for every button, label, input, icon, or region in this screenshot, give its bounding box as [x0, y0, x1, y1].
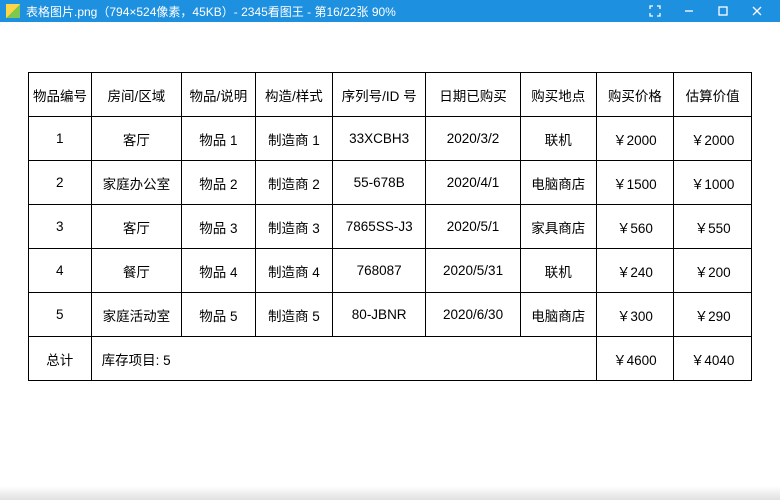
cell-value: ￥1000 [674, 161, 752, 205]
titlebar-text: 表格图片.png（794×524像素，45KB）- 2345看图王 - 第16/… [26, 3, 396, 20]
close-icon [751, 5, 763, 17]
summary-count: 库存项目: 5 [91, 337, 596, 381]
summary-value-total: ￥4040 [674, 337, 752, 381]
inventory-table: 物品编号 房间/区域 物品/说明 构造/样式 序列号/ID 号 日期已购买 购买… [28, 72, 752, 381]
cell-value: ￥2000 [674, 117, 752, 161]
cell-id: 3 [29, 205, 92, 249]
cell-loc: 家具商店 [521, 205, 597, 249]
cell-room: 餐厅 [91, 249, 182, 293]
table-header-row: 物品编号 房间/区域 物品/说明 构造/样式 序列号/ID 号 日期已购买 购买… [29, 73, 752, 117]
cell-price: ￥1500 [596, 161, 674, 205]
cell-loc: 联机 [521, 249, 597, 293]
table-row: 1客厅物品 1制造商 133XCBH32020/3/2联机￥2000￥2000 [29, 117, 752, 161]
cell-item: 物品 2 [182, 161, 255, 205]
window-controls [638, 0, 774, 22]
table-row: 4餐厅物品 4制造商 47680872020/5/31联机￥240￥200 [29, 249, 752, 293]
header-id: 物品编号 [29, 73, 92, 117]
header-item: 物品/说明 [182, 73, 255, 117]
cell-sn: 55-678B [333, 161, 426, 205]
table-row: 5家庭活动室物品 5制造商 580-JBNR2020/6/30电脑商店￥300￥… [29, 293, 752, 337]
header-loc: 购买地点 [521, 73, 597, 117]
cell-room: 家庭办公室 [91, 161, 182, 205]
cell-make: 制造商 5 [255, 293, 333, 337]
minimize-button[interactable] [672, 0, 706, 22]
cell-room: 家庭活动室 [91, 293, 182, 337]
cell-make: 制造商 4 [255, 249, 333, 293]
cell-id: 4 [29, 249, 92, 293]
table-row: 2家庭办公室物品 2制造商 255-678B2020/4/1电脑商店￥1500￥… [29, 161, 752, 205]
header-value: 估算价值 [674, 73, 752, 117]
header-make: 构造/样式 [255, 73, 333, 117]
cell-item: 物品 3 [182, 205, 255, 249]
cell-loc: 电脑商店 [521, 161, 597, 205]
cell-id: 2 [29, 161, 92, 205]
cell-value: ￥550 [674, 205, 752, 249]
titlebar: 表格图片.png（794×524像素，45KB）- 2345看图王 - 第16/… [0, 0, 780, 22]
cell-room: 客厅 [91, 205, 182, 249]
cell-item: 物品 4 [182, 249, 255, 293]
cell-make: 制造商 2 [255, 161, 333, 205]
cell-sn: 80-JBNR [333, 293, 426, 337]
viewer-window: 表格图片.png（794×524像素，45KB）- 2345看图王 - 第16/… [0, 0, 780, 500]
cell-loc: 电脑商店 [521, 293, 597, 337]
cell-value: ￥200 [674, 249, 752, 293]
cell-date: 2020/6/30 [426, 293, 521, 337]
cell-price: ￥2000 [596, 117, 674, 161]
cell-id: 5 [29, 293, 92, 337]
header-room: 房间/区域 [91, 73, 182, 117]
fullscreen-icon [649, 5, 661, 17]
cell-value: ￥290 [674, 293, 752, 337]
cell-loc: 联机 [521, 117, 597, 161]
cell-item: 物品 1 [182, 117, 255, 161]
header-date: 日期已购买 [426, 73, 521, 117]
cell-sn: 33XCBH3 [333, 117, 426, 161]
maximize-button[interactable] [706, 0, 740, 22]
cell-price: ￥300 [596, 293, 674, 337]
close-button[interactable] [740, 0, 774, 22]
minimize-icon [683, 5, 695, 17]
cell-price: ￥560 [596, 205, 674, 249]
cell-id: 1 [29, 117, 92, 161]
cell-price: ￥240 [596, 249, 674, 293]
header-price: 购买价格 [596, 73, 674, 117]
cell-make: 制造商 3 [255, 205, 333, 249]
fullscreen-button[interactable] [638, 0, 672, 22]
app-icon [6, 4, 20, 18]
summary-price-total: ￥4600 [596, 337, 674, 381]
cell-item: 物品 5 [182, 293, 255, 337]
cell-date: 2020/3/2 [426, 117, 521, 161]
maximize-icon [717, 5, 729, 17]
cell-date: 2020/5/1 [426, 205, 521, 249]
cell-sn: 7865SS-J3 [333, 205, 426, 249]
image-content: 物品编号 房间/区域 物品/说明 构造/样式 序列号/ID 号 日期已购买 购买… [0, 22, 780, 500]
cell-make: 制造商 1 [255, 117, 333, 161]
table-row: 3客厅物品 3制造商 37865SS-J32020/5/1家具商店￥560￥55… [29, 205, 752, 249]
table-summary-row: 总计 库存项目: 5 ￥4600 ￥4040 [29, 337, 752, 381]
cell-room: 客厅 [91, 117, 182, 161]
cell-sn: 768087 [333, 249, 426, 293]
header-sn: 序列号/ID 号 [333, 73, 426, 117]
titlebar-left: 表格图片.png（794×524像素，45KB）- 2345看图王 - 第16/… [6, 3, 396, 20]
cell-date: 2020/4/1 [426, 161, 521, 205]
cell-date: 2020/5/31 [426, 249, 521, 293]
summary-label: 总计 [29, 337, 92, 381]
